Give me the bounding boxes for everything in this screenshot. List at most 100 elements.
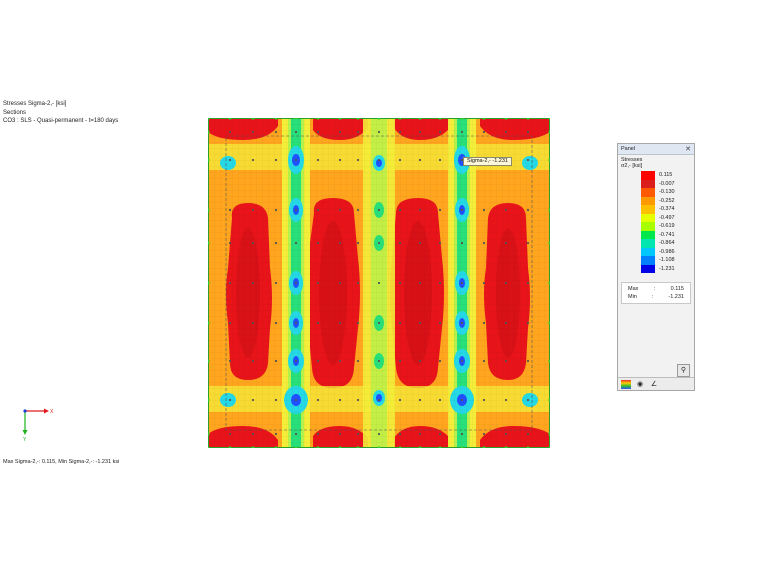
min-sep: : [651,294,654,300]
node-point [460,398,464,402]
legend-swatch [641,179,655,188]
node-point [482,398,486,402]
node-point [316,432,320,436]
node-point [418,208,422,212]
max-label: Max [628,286,639,292]
node-point [377,321,381,325]
node-point [356,281,360,285]
node-point [338,321,342,325]
factor-tab-icon[interactable]: ∠ [649,380,659,389]
legend-swatch [641,213,655,222]
node-point [356,158,360,162]
node-point [356,398,360,402]
color-legend: 0.115 -0.007 -0.130 -0.252 -0.374 -0.497 -0.61… [641,171,691,273]
node-point [274,281,278,285]
node-point [460,241,464,245]
node-point [294,432,298,436]
node-point [482,208,486,212]
x-axis-label: X [50,409,54,415]
node-point [418,281,422,285]
node-point [338,432,342,436]
legend-value: -0.374 [659,206,675,212]
node-point [398,158,402,162]
node-point [398,241,402,245]
node-point [294,208,298,212]
panel-titlebar[interactable]: Panel ✕ [618,144,694,155]
node-point [460,208,464,212]
axis-indicator: X Y [20,405,60,445]
color-scale-tab-icon[interactable] [621,379,631,389]
legend-row: -0.130 [641,188,691,197]
node-point [504,321,508,325]
node-point [460,432,464,436]
contour-canvas[interactable] [208,118,550,448]
node-point [316,130,320,134]
node-point [274,208,278,212]
node-point [377,130,381,134]
node-point [438,158,442,162]
zoom-icon[interactable]: ⚲ [677,364,690,377]
node-point [526,321,530,325]
panel-quantity: σ2,- [ksi] [621,163,643,169]
node-point [460,281,464,285]
node-point [482,321,486,325]
node-point [294,359,298,363]
x-axis-arrow [44,408,49,414]
node-point [356,321,360,325]
node-point [251,281,255,285]
node-point [526,281,530,285]
node-point [398,321,402,325]
node-point [316,158,320,162]
node-point [526,432,530,436]
node-point [356,208,360,212]
results-panel[interactable]: Panel ✕ Stresses σ2,- [ksi] 0.115 -0.007-… [617,143,695,391]
legend-value: 0.115 [659,172,673,178]
node-point [438,208,442,212]
node-point [338,158,342,162]
legend-row: -0.497 [641,213,691,222]
node-point [316,208,320,212]
legend-value: -0.619 [659,223,675,229]
node-point [482,241,486,245]
node-point [251,432,255,436]
node-point [482,130,486,134]
node-point [460,321,464,325]
stress-contour-plot[interactable] [208,118,550,448]
node-point [251,208,255,212]
node-point [356,359,360,363]
node-point [504,359,508,363]
node-point [504,398,508,402]
node-point [377,158,381,162]
legend-value: -0.130 [659,189,675,195]
node-point [294,158,298,162]
node-point [398,208,402,212]
node-point [274,432,278,436]
node-point [418,241,422,245]
max-min-box: Max : 0.115 Min : -1.231 [621,282,691,304]
node-point [526,359,530,363]
close-icon[interactable]: ✕ [685,145,691,153]
legend-row: -0.864 [641,239,691,248]
node-point [228,208,232,212]
node-point [228,432,232,436]
node-point [526,398,530,402]
legend-row: -0.986 [641,247,691,256]
node-point [377,208,381,212]
legend-row: -1.108 [641,256,691,265]
node-point [526,130,530,134]
display-settings-tab-icon[interactable]: ◉ [635,380,645,389]
node-point [504,241,508,245]
node-point [274,321,278,325]
node-point [438,241,442,245]
node-point [274,241,278,245]
node-point [438,398,442,402]
node-point [228,359,232,363]
node-point [418,130,422,134]
node-point [438,130,442,134]
node-point [338,359,342,363]
legend-row: -0.252 [641,196,691,205]
legend-row: -0.374 [641,205,691,214]
result-header: Stresses Sigma-2,- [ksi] Sections CO3 : … [3,100,118,126]
node-point [418,158,422,162]
node-point [338,281,342,285]
